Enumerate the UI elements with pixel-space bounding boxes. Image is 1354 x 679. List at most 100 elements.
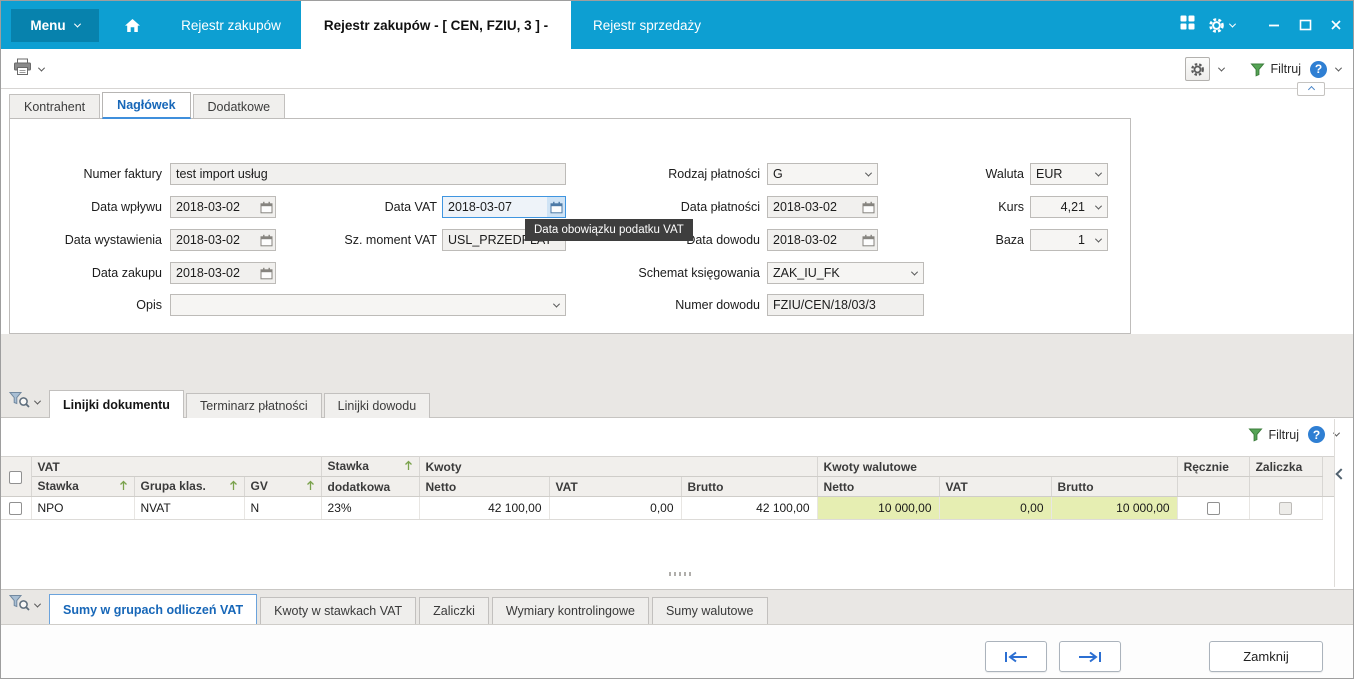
numer-faktury-field[interactable]: test import usług — [170, 163, 566, 185]
column-header-zaliczka[interactable]: Zaliczka — [1249, 456, 1323, 477]
calendar-button[interactable] — [257, 263, 275, 283]
calendar-button[interactable] — [257, 197, 275, 217]
select-all-checkbox[interactable] — [9, 470, 23, 484]
close-button[interactable] — [1327, 15, 1345, 35]
print-options-chevron[interactable] — [37, 64, 46, 72]
filter-button[interactable]: Filtruj — [1250, 62, 1301, 77]
dropdown-button[interactable] — [1090, 164, 1107, 184]
tab-sumy-walutowe[interactable]: Sumy walutowe — [651, 597, 768, 624]
calendar-button[interactable] — [859, 230, 877, 250]
data-vat-value: 2018-03-07 — [448, 200, 512, 214]
tab-label: Sumy w grupach odliczeń VAT — [63, 602, 244, 617]
tab-terminarz-platnosci[interactable]: Terminarz płatności — [185, 393, 322, 418]
lines-filter-button[interactable]: Filtruj — [1248, 427, 1299, 442]
row-select-checkbox[interactable] — [9, 502, 23, 516]
dropdown-button[interactable] — [906, 263, 923, 283]
collapse-panel-button[interactable] — [1297, 82, 1325, 96]
view-settings-chevron[interactable] — [1218, 64, 1226, 72]
help-chevron[interactable] — [1334, 64, 1343, 72]
view-settings-button[interactable] — [1185, 57, 1211, 81]
data-platnosci-field[interactable]: 2018-03-02 — [767, 196, 878, 218]
dropdown-button[interactable] — [548, 295, 565, 315]
group-header-kwoty-walutowe[interactable]: Kwoty walutowe — [817, 456, 1178, 477]
summary-filter-search-button[interactable] — [8, 594, 30, 616]
opis-field[interactable] — [170, 294, 566, 316]
schemat-ksiegowania-field[interactable]: ZAK_IU_FK — [767, 262, 924, 284]
home-button[interactable] — [113, 1, 151, 49]
column-header-netto[interactable]: Netto — [419, 476, 550, 497]
table-row[interactable]: NPO NVAT N 23% 42 100,00 0,00 42 100,00 … — [1, 496, 1334, 520]
window-tab-rejestr-zakupow-cen-fziu[interactable]: Rejestr zakupów - [ CEN, FZIU, 3 ] - — [301, 1, 571, 49]
kurs-field[interactable]: 4,21 — [1030, 196, 1108, 218]
minimize-button[interactable] — [1265, 15, 1283, 35]
summary-band: Sumy w grupach odliczeń VAT Kwoty w staw… — [1, 589, 1353, 625]
maximize-button[interactable] — [1296, 15, 1314, 35]
waluta-label: Waluta — [985, 167, 1024, 181]
window-tab-rejestr-zakupow[interactable]: Rejestr zakupów — [161, 1, 301, 49]
column-header-grupa-klas[interactable]: Grupa klas. — [134, 476, 245, 497]
data-wplywu-field[interactable]: 2018-03-02 — [170, 196, 276, 218]
titlebar-settings-button[interactable] — [1208, 17, 1237, 34]
dropdown-button[interactable] — [1090, 230, 1107, 250]
calendar-button[interactable] — [257, 230, 275, 250]
group-header-vat[interactable]: VAT — [31, 456, 322, 477]
dropdown-button[interactable] — [860, 164, 877, 184]
column-scroll-left-button[interactable] — [1333, 465, 1349, 483]
group-header-stawka-dodatkowa[interactable]: Stawka — [321, 456, 420, 477]
group-header-kwoty[interactable]: Kwoty — [419, 456, 818, 477]
help-button[interactable]: ? — [1310, 60, 1327, 78]
splitter-handle[interactable] — [669, 572, 693, 576]
tab-naglowek[interactable]: Nagłówek — [102, 92, 191, 119]
previous-document-button[interactable] — [985, 641, 1047, 672]
next-document-button[interactable] — [1059, 641, 1121, 672]
data-vat-field[interactable]: 2018-03-07 — [442, 196, 566, 218]
column-header-vat-walutowe[interactable]: VAT — [939, 476, 1052, 497]
column-header-vat[interactable]: VAT — [549, 476, 682, 497]
data-zakupu-field[interactable]: 2018-03-02 — [170, 262, 276, 284]
grid-options-chevron[interactable] — [33, 397, 42, 405]
chevron-up-icon — [1307, 85, 1315, 93]
numer-dowodu-value: FZIU/CEN/18/03/3 — [773, 298, 876, 312]
tab-wymiary-kontrolingowe[interactable]: Wymiary kontrolingowe — [491, 597, 649, 624]
calendar-button[interactable] — [859, 197, 877, 217]
filter-search-icon — [8, 595, 30, 611]
chevron-down-icon — [1094, 202, 1103, 210]
column-header-stawka[interactable]: Stawka — [31, 476, 135, 497]
tab-zaliczki[interactable]: Zaliczki — [419, 597, 489, 624]
calendar-button[interactable] — [547, 197, 565, 217]
close-form-button[interactable]: Zamknij — [1209, 641, 1323, 672]
lines-band: Linijki dokumentu Terminarz płatności Li… — [1, 334, 1353, 418]
summary-options-chevron[interactable] — [33, 600, 42, 608]
baza-field[interactable]: 1 — [1030, 229, 1108, 251]
dropdown-button[interactable] — [1090, 197, 1107, 217]
data-wplywu-value: 2018-03-02 — [176, 200, 240, 214]
lines-help-button[interactable]: ? — [1308, 426, 1325, 443]
tab-label: Zaliczki — [433, 604, 475, 618]
tab-linijki-dowodu[interactable]: Linijki dowodu — [323, 393, 431, 418]
recznie-checkbox[interactable] — [1206, 502, 1220, 516]
column-header-brutto[interactable]: Brutto — [681, 476, 818, 497]
waluta-field[interactable]: EUR — [1030, 163, 1108, 185]
menu-button[interactable]: Menu — [11, 9, 99, 42]
tab-linijki-dokumentu[interactable]: Linijki dokumentu — [49, 390, 184, 418]
tab-kwoty-w-stawkach-vat[interactable]: Kwoty w stawkach VAT — [260, 597, 417, 624]
print-button[interactable] — [13, 58, 32, 81]
rodzaj-platnosci-field[interactable]: G — [767, 163, 878, 185]
column-header-gv[interactable]: GV — [244, 476, 322, 497]
column-header-dodatkowa[interactable]: dodatkowa — [321, 476, 420, 497]
data-dowodu-field[interactable]: 2018-03-02 — [767, 229, 878, 251]
apps-grid-button[interactable] — [1180, 15, 1195, 35]
tab-sumy-w-grupach-odliczen-vat[interactable]: Sumy w grupach odliczeń VAT — [49, 594, 258, 624]
grid-filter-search-button[interactable] — [8, 391, 30, 413]
numer-dowodu-field[interactable]: FZIU/CEN/18/03/3 — [767, 294, 924, 316]
tab-kontrahent[interactable]: Kontrahent — [9, 94, 101, 118]
column-header-netto-walutowe[interactable]: Netto — [817, 476, 940, 497]
sort-asc-icon — [229, 480, 238, 494]
data-wystawienia-field[interactable]: 2018-03-02 — [170, 229, 276, 251]
cell-grupa-klas: NVAT — [134, 496, 245, 520]
sz-moment-vat-label: Sz. moment VAT — [344, 233, 437, 247]
column-header-brutto-walutowe[interactable]: Brutto — [1051, 476, 1178, 497]
window-tab-rejestr-sprzedazy[interactable]: Rejestr sprzedaży — [571, 1, 723, 49]
tab-dodatkowe[interactable]: Dodatkowe — [192, 94, 286, 118]
column-header-recznie[interactable]: Ręcznie — [1177, 456, 1250, 477]
